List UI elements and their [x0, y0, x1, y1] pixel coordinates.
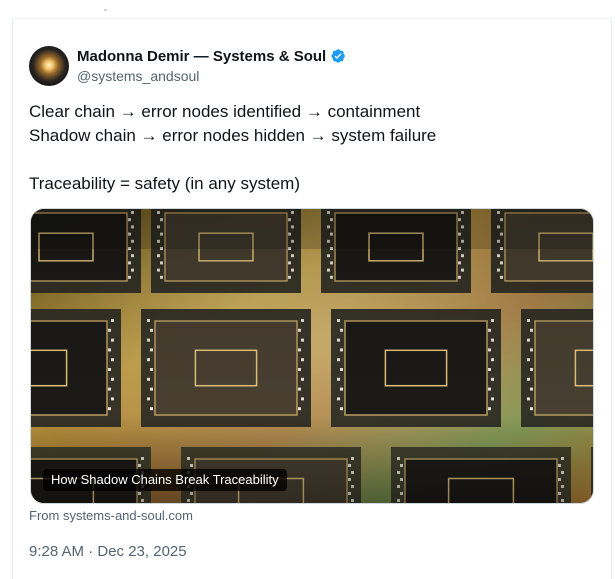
author-display-name[interactable]: Madonna Demir — Systems & Soul [77, 48, 326, 65]
verified-badge-icon [331, 49, 346, 63]
tweet-text: Clear chain → error nodes identified → c… [29, 100, 589, 196]
link-card-title: How Shadow Chains Break Traceability [43, 469, 287, 491]
author-handle[interactable]: @systems_andsoul [77, 66, 346, 86]
tweet-timestamp[interactable]: 9:28 AM · Dec 23, 2025 [29, 542, 187, 562]
tweet-line: Clear chain → error nodes identified → c… [29, 102, 421, 121]
tweet-line: Traceability = safety (in any system) [29, 174, 300, 193]
author-names: Madonna Demir — Systems & Soul @systems_… [77, 46, 346, 86]
card-image [31, 209, 593, 503]
tweet-header: Madonna Demir — Systems & Soul @systems_… [29, 46, 346, 86]
link-card[interactable]: How Shadow Chains Break Traceability [30, 208, 594, 504]
link-source[interactable]: From systems-and-soul.com [29, 508, 193, 524]
avatar[interactable] [29, 46, 69, 86]
tweet-line: Shadow chain → error nodes hidden → syst… [29, 126, 437, 145]
name-row: Madonna Demir — Systems & Soul [77, 46, 346, 66]
divider [104, 9, 107, 11]
